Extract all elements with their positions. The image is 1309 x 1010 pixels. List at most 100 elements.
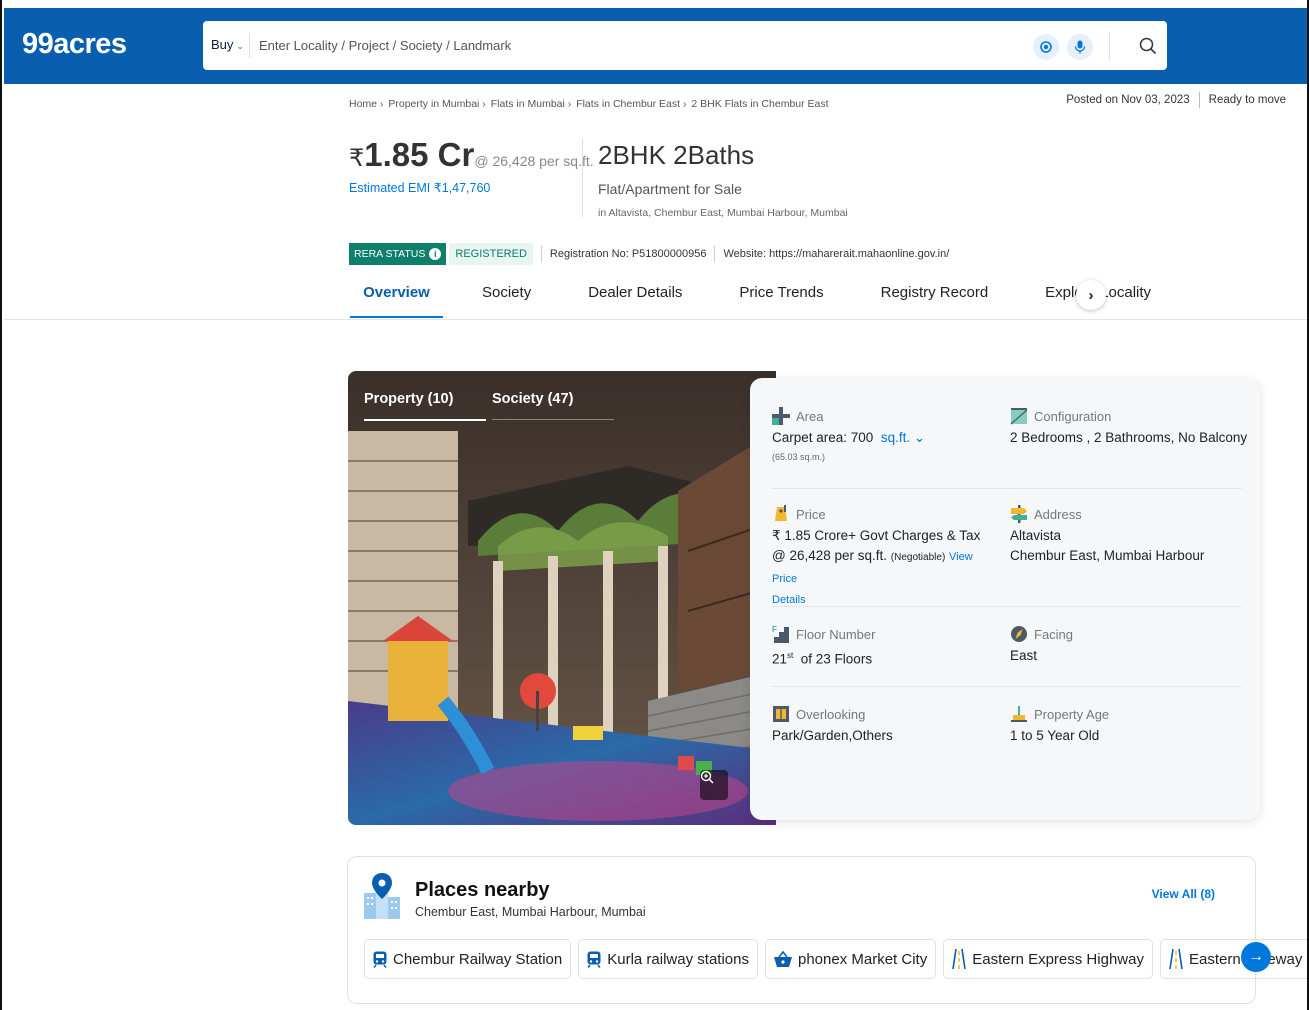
configuration-title: 2BHK 2Baths — [598, 140, 755, 170]
property-location: in Altavista, Chembur East, Mumbai Harbo… — [598, 207, 848, 219]
floor-label: Floor Number — [796, 626, 876, 642]
posted-date: Posted on Nov 03, 2023 — [1066, 94, 1190, 106]
breadcrumb-flats-chembur[interactable]: Flats in Chembur East › — [576, 98, 686, 110]
compass-icon — [1011, 626, 1027, 642]
places-nearby-subtitle: Chembur East, Mumbai Harbour, Mumbai — [415, 905, 646, 919]
overlooking-label: Overlooking — [796, 706, 866, 722]
buy-label: Buy — [211, 37, 234, 52]
search-icon — [1139, 37, 1157, 55]
price-line2: @ 26,428 per sq.ft. — [772, 548, 888, 563]
unit-dropdown[interactable]: sq.ft. ⌄ — [881, 430, 925, 445]
rera-registered-badge: REGISTERED — [449, 243, 533, 265]
area-value: Carpet area: 700 — [772, 430, 874, 445]
facing-value: East — [1010, 648, 1038, 663]
price-tag-icon — [775, 505, 787, 521]
divider — [772, 606, 1242, 607]
property-details-card: Area Carpet area: 700 sq.ft. ⌄ (65.03 sq… — [750, 378, 1260, 820]
buy-dropdown[interactable]: Buy ⌄ — [211, 37, 244, 52]
floor-icon: F — [772, 625, 789, 643]
divider — [772, 686, 1242, 687]
places-next-button[interactable]: → — [1241, 942, 1271, 972]
place-chip[interactable]: Eastern Express Highway — [943, 939, 1153, 979]
area-sqm: (65.03 sq.m.) — [772, 452, 826, 462]
place-label: phonex Market City — [797, 950, 928, 968]
train-icon — [373, 951, 387, 968]
tab-registry-record[interactable]: Registry Record — [881, 272, 989, 318]
place-chip[interactable]: Eastern Freeway — [1159, 939, 1307, 979]
detail-property-age: Property Age 1 to 5 Year Old — [1010, 704, 1109, 746]
address-label: Address — [1034, 506, 1082, 522]
view-price-details-link-cont[interactable]: Details — [772, 594, 806, 606]
breadcrumb-home[interactable]: Home › — [349, 98, 383, 110]
chevron-down-icon: ⌄ — [913, 430, 926, 445]
section-tabs: Overview Society Dealer Details Price Tr… — [350, 272, 1151, 319]
tab-property-photos[interactable]: Property (10) — [364, 391, 453, 407]
rera-website[interactable]: Website: https://maharerait.mahaonline.g… — [723, 248, 949, 260]
divider — [249, 33, 250, 58]
breadcrumb-flats-mumbai[interactable]: Flats in Mumbai › — [491, 98, 572, 110]
place-chip[interactable]: Chembur Railway Station — [364, 939, 572, 979]
unit-label: sq.ft. — [880, 430, 911, 445]
detail-address: Address Altavista Chembur East, Mumbai Ha… — [1010, 504, 1204, 566]
divider — [4, 319, 1307, 320]
tab-society[interactable]: Society — [482, 272, 531, 318]
divider — [714, 246, 716, 262]
facing-label: Facing — [1034, 626, 1074, 642]
svg-text:F: F — [772, 625, 777, 634]
locate-me-button[interactable] — [1033, 34, 1059, 60]
estimated-emi-link[interactable]: Estimated EMI ₹1,47,760 — [349, 180, 490, 195]
breadcrumb: Home › Property in Mumbai › Flats in Mum… — [349, 98, 831, 110]
divider — [1109, 31, 1110, 61]
shopping-basket-icon — [773, 951, 792, 967]
breadcrumb-current: 2 BHK Flats in Chembur East — [691, 98, 829, 110]
tab-overview[interactable]: Overview — [350, 272, 443, 318]
places-chip-list: Chembur Railway Station Kurla railway st… — [364, 939, 1307, 979]
property-type: Flat/Apartment for Sale — [598, 181, 742, 197]
tab-price-trends[interactable]: Price Trends — [739, 272, 823, 318]
chevron-down-icon: ⌄ — [236, 41, 244, 51]
zoom-button[interactable] — [700, 770, 728, 800]
rupee-symbol: ₹ — [349, 145, 365, 172]
rera-status-badge[interactable]: RERA STATUS i — [349, 243, 447, 265]
property-image — [348, 371, 776, 825]
info-icon[interactable]: i — [429, 248, 442, 260]
tabs-next-button[interactable]: › — [1076, 280, 1106, 310]
place-chip[interactable]: phonex Market City — [764, 939, 937, 979]
signpost-icon — [1011, 505, 1027, 523]
tab-dealer-details[interactable]: Dealer Details — [588, 272, 682, 318]
area-icon — [772, 407, 790, 425]
rera-row: RERA STATUS i REGISTERED Registration No:… — [349, 243, 949, 265]
tab-society-photos[interactable]: Society (47) — [492, 391, 573, 407]
voice-search-button[interactable] — [1067, 34, 1093, 60]
search-input[interactable] — [259, 32, 959, 58]
price-label: Price — [796, 506, 826, 522]
negotiable-label: (Negotiable) — [890, 552, 946, 563]
price-line1: ₹ 1.85 Crore+ Govt Charges & Tax — [772, 528, 981, 543]
property-age-label: Property Age — [1034, 706, 1110, 722]
view-all-places-link[interactable]: View All (8) — [1152, 887, 1215, 901]
search-button[interactable] — [1133, 31, 1163, 61]
place-label: Chembur Railway Station — [393, 950, 563, 968]
place-chip[interactable]: Kurla railway stations — [578, 939, 758, 979]
active-tab-indicator — [364, 419, 486, 421]
price-value: 1.85 Cr — [364, 136, 475, 173]
places-nearby-title: Places nearby — [415, 879, 550, 901]
listing-price: ₹1.85 Cr@ 26,428 per sq.ft. — [349, 136, 594, 174]
area-label: Area — [796, 408, 824, 424]
top-header: 99acres Buy ⌄ — [4, 8, 1307, 84]
property-age-value: 1 to 5 Year Old — [1010, 728, 1100, 743]
address-line2: Chembur East, Mumbai Harbour — [1010, 548, 1205, 563]
divider — [540, 246, 542, 262]
breadcrumb-property-mumbai[interactable]: Property in Mumbai › — [388, 98, 485, 110]
rera-label: RERA STATUS — [354, 248, 426, 260]
detail-overlooking: Overlooking Park/Garden,Others — [772, 704, 893, 746]
divider — [772, 488, 1242, 489]
property-photo[interactable]: Property (10) Society (47) — [348, 371, 776, 825]
logo-99acres[interactable]: 99acres — [22, 28, 127, 61]
floor-suffix: st — [787, 651, 794, 660]
configuration-icon — [1010, 408, 1028, 425]
city-location-icon — [364, 873, 400, 919]
detail-area: Area Carpet area: 700 sq.ft. ⌄ (65.03 sq… — [772, 406, 925, 462]
possession-status: Ready to move — [1208, 94, 1286, 106]
tab-underline — [492, 419, 614, 420]
